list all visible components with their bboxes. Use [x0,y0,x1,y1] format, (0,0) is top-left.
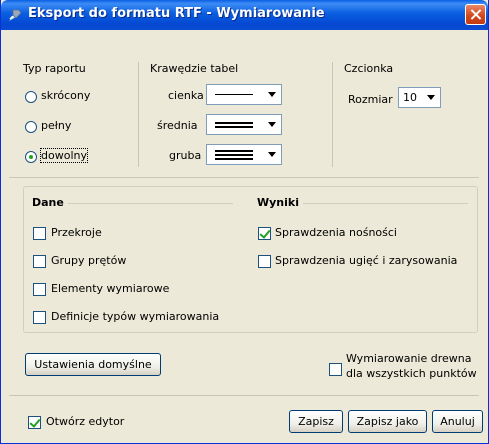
divider [303,203,468,204]
font-size-value: 10 [403,91,417,104]
report-type-label: Typ raportu [23,62,86,75]
checkbox-load-capacity[interactable] [258,227,271,240]
separator [138,62,139,167]
title-bar[interactable]: Eksport do formatu RTF - Wymiarowanie [1,0,488,30]
checkbox-design-elements[interactable] [33,283,46,296]
chevron-down-icon[interactable] [424,89,439,106]
checkbox-design-type-defs-label[interactable]: Definicje typów wymiarowania [51,310,219,323]
chevron-down-icon[interactable] [265,86,280,103]
divider [63,203,233,204]
font-size-label: Rozmiar [348,93,393,106]
radio-custom[interactable] [25,151,37,163]
checkbox-design-type-defs[interactable] [33,311,46,324]
wood-design-line2: dla wszystkich punktów [346,367,477,380]
checkbox-bar-groups-label[interactable]: Grupy prętów [51,254,126,267]
data-group-title: Dane [32,196,68,209]
checkbox-deflection-cracking[interactable] [258,255,271,268]
edge-medium-select[interactable] [206,114,282,135]
defaults-button[interactable]: Ustawienia domyślne [25,353,161,376]
divider [9,177,479,178]
separator [332,62,333,167]
close-icon[interactable] [465,4,486,25]
checkbox-open-editor[interactable] [28,416,41,429]
radio-short-label[interactable]: skrócony [41,89,90,102]
checkbox-wood-design[interactable] [329,363,342,376]
window-title: Eksport do formatu RTF - Wymiarowanie [28,6,325,21]
radio-short[interactable] [25,91,37,103]
checkbox-bar-groups[interactable] [33,255,46,268]
save-button[interactable]: Zapisz [289,410,343,433]
radio-custom-label[interactable]: dowolny [40,148,88,163]
cancel-button[interactable]: Anuluj [432,410,483,433]
edge-thick-select[interactable] [206,144,282,165]
wood-design-line1: Wymiarowanie drewna [346,352,472,365]
checkbox-sections-label[interactable]: Przekroje [51,226,102,239]
edge-thick-label: gruba [169,149,202,162]
checkbox-deflection-cracking-label[interactable]: Sprawdzenia ugięć i zarysowania [275,254,457,267]
font-size-select[interactable]: 10 [398,87,441,108]
checkbox-sections[interactable] [33,227,46,240]
export-rtf-dialog: Eksport do formatu RTF - Wymiarowanie Ty… [0,0,489,444]
table-edges-label: Krawędzie tabel [150,62,239,75]
chevron-down-icon[interactable] [265,116,280,133]
app-icon [9,9,22,21]
checkbox-design-elements-label[interactable]: Elementy wymiarowe [51,282,169,295]
radio-full-label[interactable]: pełny [41,119,71,132]
checkbox-load-capacity-label[interactable]: Sprawdzenia nośności [275,226,397,239]
divider [9,395,479,396]
radio-full[interactable] [25,121,37,133]
results-group-title: Wyniki [257,196,303,209]
chevron-down-icon[interactable] [265,146,280,163]
edge-medium-label: średnia [157,119,198,132]
font-label: Czcionka [344,62,394,75]
checkbox-open-editor-label[interactable]: Otwórz edytor [46,415,124,428]
save-as-button[interactable]: Zapisz jako [348,410,427,433]
edge-thin-select[interactable] [206,84,282,105]
edge-thin-label: cienka [168,89,204,102]
